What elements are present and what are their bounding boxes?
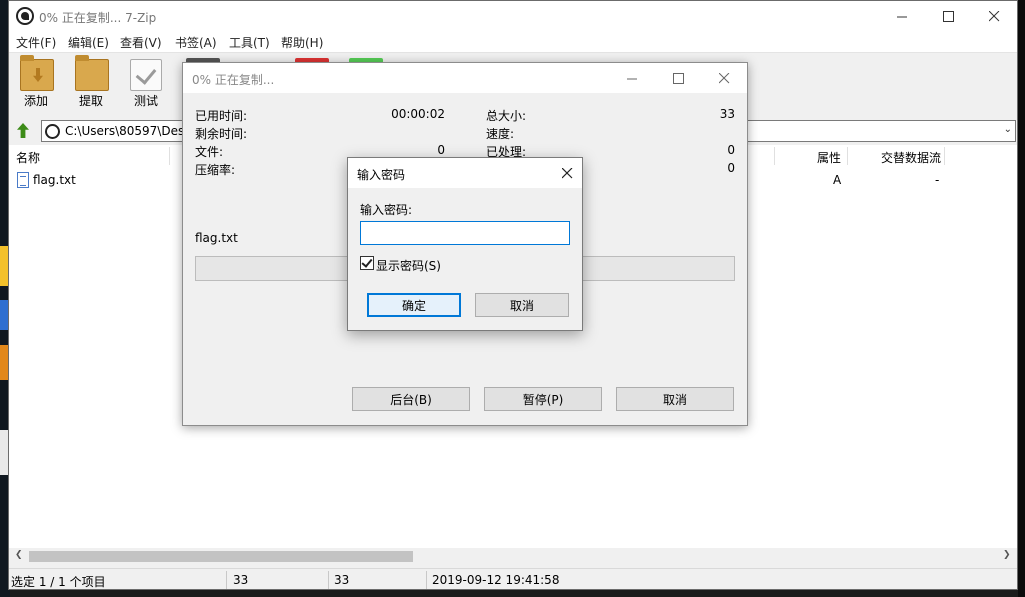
column-divider[interactable] xyxy=(169,147,170,165)
total-size-label: 总大小: xyxy=(486,109,527,123)
progress-minimize-button[interactable] xyxy=(609,63,655,93)
ratio-label: 压缩率: xyxy=(195,163,236,177)
extract-button[interactable]: 提取 xyxy=(66,55,116,113)
column-header-alt-streams[interactable]: 交替数据流 xyxy=(881,145,941,167)
title-bar: 0% 正在复制... 7-Zip xyxy=(9,1,1017,31)
status-divider xyxy=(226,571,227,589)
password-dialog-title: 输入密码 xyxy=(357,168,406,182)
progress-cancel-button[interactable]: 取消 xyxy=(616,387,734,411)
status-bar: 选定 1 / 1 个项目 33 33 2019-09-12 19:41:58 xyxy=(9,568,1017,589)
progress-close-button[interactable] xyxy=(701,63,747,93)
menu-file[interactable]: 文件(F) xyxy=(16,34,56,51)
show-password-checkbox[interactable] xyxy=(360,256,374,270)
extract-folder-icon xyxy=(75,55,109,91)
close-icon xyxy=(718,72,729,83)
menu-bookmarks[interactable]: 书签(A) xyxy=(175,34,217,51)
maximize-icon xyxy=(942,10,954,22)
column-header-attributes[interactable]: 属性 xyxy=(817,145,841,167)
7zip-path-icon xyxy=(45,124,60,139)
status-modified: 2019-09-12 19:41:58 xyxy=(432,573,560,587)
add-button[interactable]: 添加 xyxy=(11,55,61,113)
scroll-right-icon[interactable]: ❯ xyxy=(1003,550,1011,560)
test-check-icon xyxy=(130,59,162,91)
up-folder-icon[interactable] xyxy=(13,121,35,141)
minimize-button[interactable] xyxy=(879,1,925,31)
current-file-name: flag.txt xyxy=(195,231,238,245)
remaining-time-label: 剩余时间: xyxy=(195,127,248,141)
total-size-value: 33 xyxy=(719,107,735,121)
status-size: 33 xyxy=(233,573,249,587)
files-value: 0 xyxy=(437,143,445,157)
column-divider[interactable] xyxy=(774,147,775,165)
column-divider[interactable] xyxy=(847,147,848,165)
packed-size-value: 0 xyxy=(727,161,735,175)
pause-button[interactable]: 暂停(P) xyxy=(484,387,602,411)
column-divider[interactable] xyxy=(944,147,945,165)
progress-title-bar: 0% 正在复制... xyxy=(183,63,747,93)
menu-help[interactable]: 帮助(H) xyxy=(281,34,323,51)
status-packed: 33 xyxy=(334,573,350,587)
password-input[interactable] xyxy=(360,221,570,245)
menu-edit[interactable]: 编辑(E) xyxy=(68,34,109,51)
address-text: C:\Users\80597\Desk xyxy=(65,124,192,138)
test-label: 测试 xyxy=(133,94,158,108)
password-dialog: 输入密码 输入密码: 显示密码(S) 确定 取消 xyxy=(347,157,583,331)
status-divider xyxy=(328,571,329,589)
status-divider xyxy=(426,571,427,589)
minimize-icon xyxy=(896,16,907,17)
scroll-left-icon[interactable]: ❮ xyxy=(15,550,23,560)
elapsed-time-label: 已用时间: xyxy=(195,109,248,123)
password-cancel-button[interactable]: 取消 xyxy=(475,293,569,317)
file-attributes: A xyxy=(833,173,842,187)
password-close-button[interactable] xyxy=(552,158,582,188)
chevron-down-icon[interactable]: ⌄ xyxy=(1004,124,1012,135)
desktop-background-right xyxy=(1018,0,1025,597)
maximize-button[interactable] xyxy=(925,1,971,31)
menu-view[interactable]: 查看(V) xyxy=(120,34,162,51)
text-file-icon xyxy=(17,172,29,188)
progress-maximize-button[interactable] xyxy=(655,63,701,93)
scroll-thumb[interactable] xyxy=(29,551,413,562)
add-folder-icon xyxy=(20,55,54,91)
password-prompt-label: 输入密码: xyxy=(360,203,413,217)
close-icon xyxy=(988,10,999,21)
7zip-app-icon xyxy=(16,7,34,25)
close-button[interactable] xyxy=(971,1,1017,31)
test-button[interactable]: 测试 xyxy=(121,57,171,113)
elapsed-time-value: 00:00:02 xyxy=(391,107,445,121)
file-name: flag.txt xyxy=(33,173,76,187)
status-selection: 选定 1 / 1 个项目 xyxy=(11,575,106,589)
ok-button[interactable]: 确定 xyxy=(367,293,461,317)
maximize-icon xyxy=(672,72,684,84)
minimize-icon xyxy=(626,78,637,79)
background-button[interactable]: 后台(B) xyxy=(352,387,470,411)
file-alt-streams: - xyxy=(935,173,940,187)
add-label: 添加 xyxy=(23,94,48,108)
close-icon xyxy=(561,167,572,178)
extract-label: 提取 xyxy=(78,94,103,108)
window-title: 0% 正在复制... 7-Zip xyxy=(39,11,157,25)
column-header-name[interactable]: 名称 xyxy=(16,145,40,167)
menu-tools[interactable]: 工具(T) xyxy=(229,34,270,51)
password-title-bar: 输入密码 xyxy=(348,158,582,188)
speed-label: 速度: xyxy=(486,127,515,141)
processed-value: 0 xyxy=(727,143,735,157)
show-password-label[interactable]: 显示密码(S) xyxy=(376,257,441,274)
files-label: 文件: xyxy=(195,145,224,159)
horizontal-scrollbar[interactable]: ❮ ❯ xyxy=(9,548,1017,565)
progress-title: 0% 正在复制... xyxy=(192,73,275,87)
menu-bar: 文件(F) 编辑(E) 查看(V) 书签(A) 工具(T) 帮助(H) xyxy=(9,31,1017,53)
